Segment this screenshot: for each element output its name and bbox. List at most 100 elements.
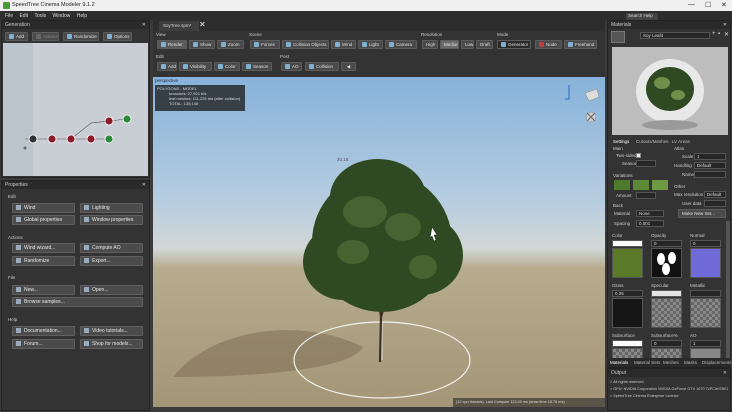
wind-button[interactable]: Wind [12,203,75,213]
generator-mode-button[interactable]: Generator [497,40,531,49]
tab-masks[interactable]: Masks [684,360,697,365]
opacity-map-tile[interactable] [651,248,682,278]
compute-ao-button[interactable]: Compute AO [80,243,143,253]
tab-materials[interactable]: Materials [610,360,628,365]
subsurface-pct-value-field[interactable]: 0 [651,340,682,347]
output-close-icon[interactable]: ✕ [723,369,727,377]
hand-tool-icon[interactable] [611,31,625,43]
tab-displacements[interactable]: Displacements [702,360,732,365]
node-mode-button[interactable]: Node [535,40,562,49]
properties-close-icon[interactable]: ✕ [142,181,146,189]
camera-button[interactable]: Camera [385,40,417,49]
window-properties-button[interactable]: Window properties [80,215,143,225]
close-material-icon[interactable]: ✕ [724,31,729,38]
make-new-set-button[interactable]: Make New Set... [678,209,726,218]
season-field[interactable] [636,160,656,167]
tab-settings[interactable]: Settings [613,139,629,144]
two-sided-checkbox[interactable] [636,153,641,158]
user-data-field[interactable] [704,200,726,207]
subsurface-value-field[interactable] [612,340,643,347]
close-button[interactable]: ✕ [721,1,727,9]
remove-material-icon[interactable]: ▪ [718,31,720,37]
generation-add-button[interactable]: Add [5,32,28,41]
resolution-high-button[interactable]: High [422,40,438,49]
forum-button[interactable]: Forum... [12,339,75,349]
season-button[interactable]: Season [242,62,272,71]
menu-help[interactable]: Help [77,13,87,19]
maximize-button[interactable]: ☐ [705,1,711,9]
handling-select[interactable]: Default [694,162,726,169]
specular-value-field[interactable] [651,290,682,297]
3d-viewport[interactable]: perspective POLYGONS - MODEL branches: 2… [153,77,605,407]
gloss-map-tile[interactable] [612,298,643,328]
tab-meshes[interactable]: Meshes [663,360,679,365]
export-button[interactable]: Export... [80,256,143,266]
color-button[interactable]: Color [214,62,240,71]
generation-randomize-button[interactable]: Randomize [63,32,99,41]
variation-swatch[interactable] [652,180,668,190]
scale-field[interactable]: 1 [694,153,726,160]
metallic-map-tile[interactable] [690,298,721,328]
max-resolution-select[interactable]: Default [704,191,726,198]
materials-scrollbar[interactable] [726,221,730,361]
add-material-icon[interactable]: + [712,31,716,37]
collision-objects-button[interactable]: Collision Objects [282,40,329,49]
resolution-draft-button[interactable]: Draft [476,40,493,49]
variation-swatch[interactable] [614,180,630,190]
atlas-name-field[interactable] [694,171,726,178]
tab-material-sets[interactable]: Material Sets [634,360,660,365]
document-tab-close-icon[interactable]: ✕ [199,20,206,29]
material-name-field[interactable]: Soy Leaf4 [640,32,710,39]
browse-samples-button[interactable]: Browse samples... [12,297,143,307]
light-button[interactable]: Light [358,40,383,49]
resolution-low-button[interactable]: Low [461,40,474,49]
render-button[interactable]: Render [157,40,187,49]
resolution-medium-button[interactable]: Medium [440,40,459,49]
material-preview[interactable] [612,47,728,135]
ao-value-field[interactable]: 1 [690,340,721,347]
lighting-button[interactable]: Lighting [80,203,143,213]
generation-close-icon[interactable]: ✕ [142,21,146,29]
document-tab[interactable]: SoyTree.spm* [159,21,199,31]
menu-window[interactable]: Window [53,13,71,19]
generation-graph-canvas[interactable] [3,43,148,176]
tab-lv-areas[interactable]: LV Areas [672,139,690,144]
amount-field[interactable] [636,192,656,199]
color-value-field[interactable] [612,240,643,247]
zoom-button[interactable]: Zoom [217,40,244,49]
metallic-value-field[interactable] [690,290,721,297]
gloss-value-field[interactable]: 0.25 [612,290,643,297]
forces-button[interactable]: Forces [250,40,280,49]
generation-options-button[interactable]: Options [103,32,132,41]
randomize-button[interactable]: Randomize [12,256,75,266]
specular-map-tile[interactable] [651,298,682,328]
tab-cutouts-meshes[interactable]: Cutouts/Meshes [636,139,669,144]
back-arrow-icon[interactable]: ◀ [341,62,356,71]
visibility-button[interactable]: Visibility [179,62,212,71]
normal-map-tile[interactable] [690,248,721,278]
freehand-mode-button[interactable]: Freehand [564,40,597,49]
generation-actions-button[interactable]: Actions [32,32,59,41]
collision-button[interactable]: Collision [305,62,339,71]
materials-close-icon[interactable]: ✕ [723,21,727,29]
menu-file[interactable]: File [5,13,13,19]
toolbar-add-button[interactable]: Add [157,62,177,71]
search-help-input[interactable]: Search Help [626,13,658,20]
spacing-field[interactable]: 0.001 [636,220,664,227]
scene-wind-button[interactable]: Wind [331,40,356,49]
normal-value-field[interactable]: 0 [690,240,721,247]
variation-swatch[interactable] [633,180,649,190]
color-map-tile[interactable] [612,248,643,278]
documentation-button[interactable]: Documentation... [12,326,75,336]
open-button[interactable]: Open... [80,285,143,295]
wind-wizard-button[interactable]: Wind wizard... [12,243,75,253]
video-tutorials-button[interactable]: Video tutorials... [80,326,143,336]
show-button[interactable]: Show [189,40,215,49]
global-properties-button[interactable]: Global properties [12,215,75,225]
opacity-value-field[interactable]: 0 [651,240,682,247]
back-material-select[interactable]: None [636,210,664,217]
new-button[interactable]: New... [12,285,75,295]
menu-edit[interactable]: Edit [19,13,28,19]
menu-tools[interactable]: Tools [34,13,46,19]
minimize-button[interactable]: — [688,1,695,8]
